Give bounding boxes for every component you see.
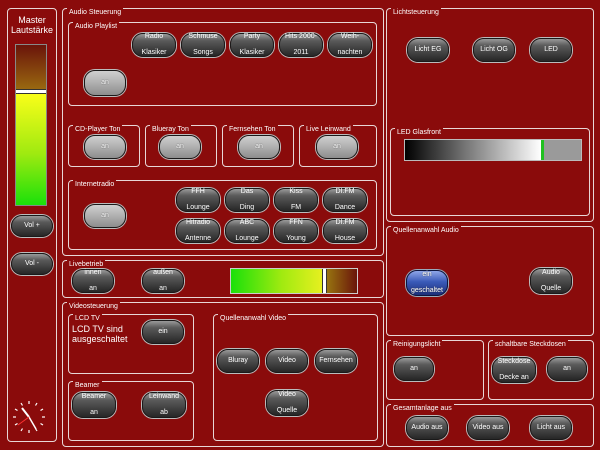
- audio-source-on-button[interactable]: ein geschaltet: [406, 270, 448, 296]
- beamer-on-button[interactable]: Beamer an: [72, 392, 116, 418]
- master-volume-meter[interactable]: [15, 44, 47, 206]
- live-level-tail: [325, 269, 357, 293]
- vol-plus-button[interactable]: Vol +: [11, 215, 53, 237]
- ceiling-socket-on-button[interactable]: Steckdose Decke an: [492, 357, 536, 383]
- master-volume-handle[interactable]: [16, 89, 46, 94]
- tv-on-button[interactable]: an: [238, 135, 280, 159]
- master-volume-top-gradient: [16, 45, 46, 90]
- socket-on-button[interactable]: an: [547, 357, 587, 381]
- station-das-ding-button[interactable]: Das Ding: [225, 188, 269, 212]
- clock-icon: [13, 401, 45, 433]
- light-eg-button[interactable]: Licht EG: [407, 38, 449, 62]
- light-off-button[interactable]: Licht aus: [530, 416, 572, 440]
- video-source-panel: Quellenanwahl Video: [213, 314, 378, 441]
- playlist-on-button[interactable]: an: [84, 70, 126, 96]
- light-og-button[interactable]: Licht OG: [473, 38, 515, 62]
- station-ffn-young-button[interactable]: FFN Young: [274, 219, 318, 243]
- audio-playlist-title: Audio Playlist: [73, 22, 120, 31]
- lcd-tv-status-text: LCD TV sind ausgeschaltet: [72, 324, 128, 344]
- bluray-on-button[interactable]: an: [159, 135, 201, 159]
- video-source-video-button[interactable]: Video: [266, 349, 308, 373]
- station-hitradio-antenne-button[interactable]: Hitradio Antenne: [176, 219, 220, 243]
- master-volume-fill: [16, 90, 46, 205]
- station-kiss-fm-button[interactable]: Kiss FM: [274, 188, 318, 212]
- live-level-handle[interactable]: [322, 269, 327, 293]
- light-led-button[interactable]: LED: [530, 38, 572, 62]
- station-ffh-lounge-button[interactable]: FFH Lounge: [176, 188, 220, 212]
- screen-down-button[interactable]: Leinwand ab: [142, 392, 186, 418]
- vol-minus-button[interactable]: Vol -: [11, 253, 53, 275]
- led-glass-fill: [405, 140, 541, 160]
- station-difm-house-button[interactable]: DI.FM House: [323, 219, 367, 243]
- audio-source-quelle-button[interactable]: Audio Quelle: [530, 268, 572, 294]
- playlist-radio-klasiker-button[interactable]: Radio Klasiker: [132, 33, 176, 57]
- live-level-fill: [231, 269, 323, 293]
- live-screen-on-button[interactable]: an: [316, 135, 358, 159]
- cd-player-on-button[interactable]: an: [84, 135, 126, 159]
- live-inside-on-button[interactable]: innen an: [72, 269, 114, 293]
- station-difm-dance-button[interactable]: DI.FM Dance: [323, 188, 367, 212]
- video-source-bluray-button[interactable]: Bluray: [217, 349, 259, 373]
- audio-off-button[interactable]: Audio aus: [406, 416, 448, 440]
- internet-radio-on-button[interactable]: an: [84, 204, 126, 228]
- video-off-button[interactable]: Video aus: [467, 416, 509, 440]
- station-abc-lounge-button[interactable]: ABC Lounge: [225, 219, 269, 243]
- live-level-slider[interactable]: [230, 268, 358, 294]
- led-glass-slider[interactable]: [404, 139, 582, 161]
- lcd-tv-on-button[interactable]: ein: [142, 320, 184, 344]
- audio-control-title: Audio Steuerung: [67, 8, 124, 17]
- live-outside-on-button[interactable]: außen an: [142, 269, 184, 293]
- video-source-quelle-button[interactable]: Video Quelle: [266, 390, 308, 416]
- playlist-party-klasiker-button[interactable]: Party Klasiker: [230, 33, 274, 57]
- led-glass-handle[interactable]: [541, 140, 544, 160]
- master-volume-title: Master Lautstärke: [10, 15, 54, 35]
- video-source-tv-button[interactable]: Fernsehen: [315, 349, 357, 373]
- cleaning-light-on-button[interactable]: an: [394, 357, 434, 381]
- playlist-weihnachten-button[interactable]: Weih-nachten: [328, 33, 372, 57]
- playlist-hits-button[interactable]: Hits 2000- 2011: [279, 33, 323, 57]
- playlist-schmuse-songs-button[interactable]: Schmuse Songs: [181, 33, 225, 57]
